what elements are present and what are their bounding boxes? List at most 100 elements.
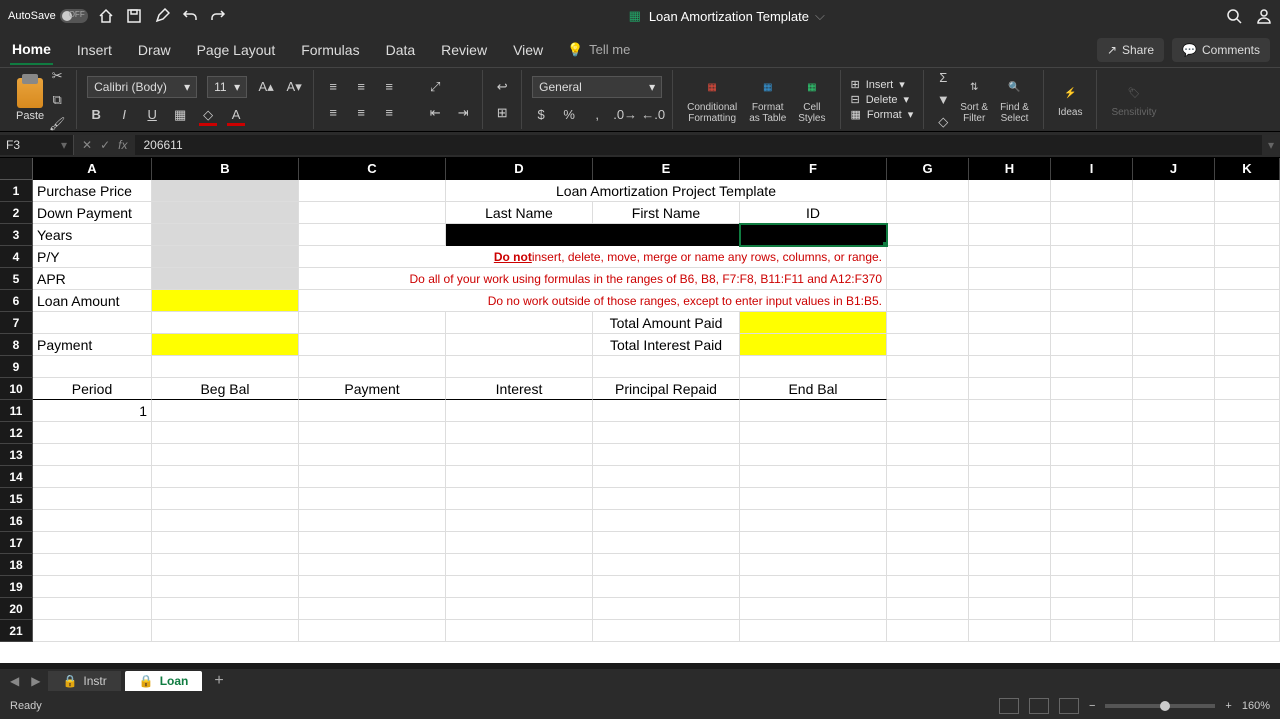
increase-decimal-icon[interactable]: .0→ <box>616 106 634 124</box>
cell-D3[interactable] <box>446 224 593 246</box>
sheet-tab-instr[interactable]: 🔒Instr <box>48 671 120 691</box>
search-icon[interactable] <box>1226 8 1242 24</box>
comments-button[interactable]: 💬Comments <box>1172 38 1270 62</box>
cell-E3[interactable] <box>593 224 740 246</box>
cell-B1[interactable] <box>152 180 299 202</box>
comma-icon[interactable]: , <box>588 106 606 124</box>
increase-font-icon[interactable]: A▴ <box>257 78 275 96</box>
align-left-icon[interactable]: ≡ <box>324 104 342 122</box>
italic-button[interactable]: I <box>115 106 133 124</box>
toggle-switch[interactable]: OFF <box>60 9 88 23</box>
tab-formulas[interactable]: Formulas <box>299 36 361 64</box>
cell-A3[interactable]: Years <box>33 224 152 246</box>
cell-B5[interactable] <box>152 268 299 290</box>
col-header-C[interactable]: C <box>299 158 446 180</box>
align-right-icon[interactable]: ≡ <box>380 104 398 122</box>
cell-C10[interactable]: Payment <box>299 378 446 400</box>
sheet-nav-left[interactable]: ◀ <box>6 674 23 688</box>
undo-icon[interactable] <box>182 8 198 24</box>
tab-draw[interactable]: Draw <box>136 36 173 64</box>
insert-cells-button[interactable]: ⊞Insert ▾ <box>851 78 914 91</box>
row-header-6[interactable]: 6 <box>0 290 33 312</box>
row-header-19[interactable]: 19 <box>0 576 33 598</box>
cell-E2[interactable]: First Name <box>593 202 740 224</box>
edit-icon[interactable] <box>154 8 170 24</box>
row-header-9[interactable]: 9 <box>0 356 33 378</box>
cell-C4[interactable]: Do not insert, delete, move, merge or na… <box>299 246 887 268</box>
cell-B4[interactable] <box>152 246 299 268</box>
row-header-8[interactable]: 8 <box>0 334 33 356</box>
row-header-1[interactable]: 1 <box>0 180 33 202</box>
cell-B8[interactable] <box>152 334 299 356</box>
sort-filter-button[interactable]: ⇅ Sort & Filter <box>956 76 992 124</box>
col-header-D[interactable]: D <box>446 158 593 180</box>
col-header-B[interactable]: B <box>152 158 299 180</box>
clear-icon[interactable]: ◇ <box>934 113 952 131</box>
row-header-20[interactable]: 20 <box>0 598 33 620</box>
row-header-3[interactable]: 3 <box>0 224 33 246</box>
cell-G1[interactable] <box>887 180 969 202</box>
zoom-in-button[interactable]: + <box>1225 700 1231 712</box>
align-top-icon[interactable]: ≡ <box>324 78 342 96</box>
cell-E10[interactable]: Principal Repaid <box>593 378 740 400</box>
cell-B2[interactable] <box>152 202 299 224</box>
cell-B6[interactable] <box>152 290 299 312</box>
font-color-button[interactable]: A <box>227 106 245 124</box>
align-middle-icon[interactable]: ≡ <box>352 78 370 96</box>
add-sheet-button[interactable]: + <box>206 672 231 690</box>
spreadsheet-grid[interactable]: A B C D E F G H I J K 123456789101112131… <box>0 158 1280 663</box>
cell-F2[interactable]: ID <box>740 202 887 224</box>
autosum-icon[interactable]: Σ <box>934 69 952 87</box>
row-header-18[interactable]: 18 <box>0 554 33 576</box>
row-header-16[interactable]: 16 <box>0 510 33 532</box>
cancel-formula-icon[interactable]: ✕ <box>82 138 92 152</box>
cell-F8[interactable] <box>740 334 887 356</box>
cell-C6[interactable]: Do no work outside of those ranges, exce… <box>299 290 887 312</box>
format-cells-button[interactable]: ▦Format ▾ <box>851 108 914 121</box>
page-layout-view-icon[interactable] <box>1029 698 1049 714</box>
tab-home[interactable]: Home <box>10 35 53 65</box>
tab-view[interactable]: View <box>511 36 545 64</box>
cell-B10[interactable]: Beg Bal <box>152 378 299 400</box>
cell-D10[interactable]: Interest <box>446 378 593 400</box>
row-header-4[interactable]: 4 <box>0 246 33 268</box>
col-header-F[interactable]: F <box>740 158 887 180</box>
underline-button[interactable]: U <box>143 106 161 124</box>
tab-review[interactable]: Review <box>439 36 489 64</box>
merge-icon[interactable]: ⊞ <box>493 104 511 122</box>
home-icon[interactable] <box>98 8 114 24</box>
zoom-slider[interactable] <box>1105 704 1215 708</box>
cell-A6[interactable]: Loan Amount <box>33 290 152 312</box>
cell-A11[interactable]: 1 <box>33 400 152 422</box>
number-format-select[interactable]: General▾ <box>532 76 662 98</box>
col-header-G[interactable]: G <box>887 158 969 180</box>
cell-F10[interactable]: End Bal <box>740 378 887 400</box>
normal-view-icon[interactable] <box>999 698 1019 714</box>
fill-icon[interactable]: ▼ <box>934 91 952 109</box>
cell-B3[interactable] <box>152 224 299 246</box>
cell-A1[interactable]: Purchase Price <box>33 180 152 202</box>
sensitivity-button[interactable]: 🏷 Sensitivity <box>1107 81 1160 118</box>
expand-formula-icon[interactable]: ▾ <box>1262 138 1280 152</box>
currency-icon[interactable]: $ <box>532 106 550 124</box>
cell-A4[interactable]: P/Y <box>33 246 152 268</box>
orientation-icon[interactable]: ⤢ <box>426 78 444 96</box>
col-header-H[interactable]: H <box>969 158 1051 180</box>
wrap-text-icon[interactable]: ↩ <box>493 78 511 96</box>
row-header-5[interactable]: 5 <box>0 268 33 290</box>
tab-data[interactable]: Data <box>384 36 418 64</box>
ideas-button[interactable]: ⚡ Ideas <box>1054 81 1086 118</box>
row-header-2[interactable]: 2 <box>0 202 33 224</box>
percent-icon[interactable]: % <box>560 106 578 124</box>
border-button[interactable]: ▦ <box>171 106 189 124</box>
enter-formula-icon[interactable]: ✓ <box>100 138 110 152</box>
font-name-select[interactable]: Calibri (Body)▾ <box>87 76 197 98</box>
cell-E7[interactable]: Total Amount Paid <box>593 312 740 334</box>
increase-indent-icon[interactable]: ⇥ <box>454 104 472 122</box>
delete-cells-button[interactable]: ⊟Delete ▾ <box>851 93 914 106</box>
col-header-K[interactable]: K <box>1215 158 1280 180</box>
select-all-corner[interactable] <box>0 158 33 180</box>
cell-D2[interactable]: Last Name <box>446 202 593 224</box>
save-icon[interactable] <box>126 8 142 24</box>
cell-A5[interactable]: APR <box>33 268 152 290</box>
